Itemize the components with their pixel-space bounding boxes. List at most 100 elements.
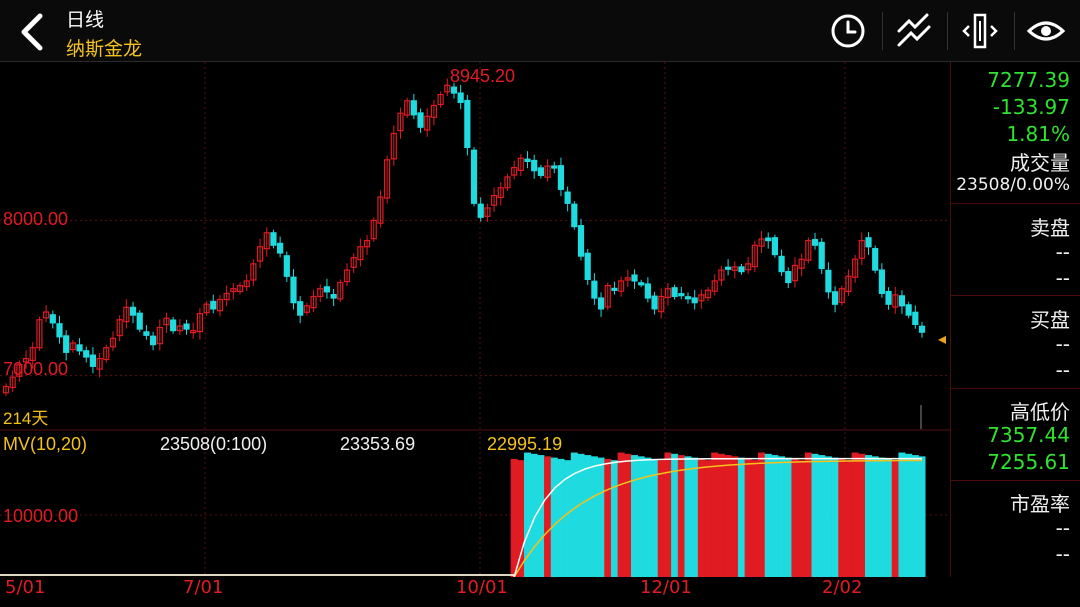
candle-body xyxy=(330,294,337,299)
candle-body xyxy=(878,269,885,294)
volume-bar xyxy=(677,455,685,577)
candle-body xyxy=(872,248,879,271)
pe-ratio-label: 市盈率 xyxy=(1010,492,1070,516)
candle-body xyxy=(417,112,424,128)
candle-body xyxy=(771,237,779,256)
volume-bar xyxy=(604,458,612,577)
volume-bar xyxy=(811,453,819,577)
divider xyxy=(882,12,883,50)
candle-body xyxy=(818,241,825,270)
volume-bar xyxy=(590,456,598,577)
price-change-percent: 1.81% xyxy=(1006,122,1070,146)
candle-body xyxy=(577,225,585,257)
volume-bar xyxy=(865,455,873,577)
volume-bar xyxy=(784,457,792,577)
x-tick-label: 12/01 xyxy=(640,577,692,598)
candle-body xyxy=(865,237,872,248)
volume-bar xyxy=(791,458,799,577)
indicator-label: MV(10,20) xyxy=(3,434,87,454)
candle-body xyxy=(136,312,143,330)
candle-body xyxy=(811,239,819,246)
candle-body xyxy=(905,304,912,316)
volume-bar xyxy=(544,456,552,577)
volume-value: 23508(0:100) xyxy=(160,434,267,454)
candle-body xyxy=(76,344,83,352)
candle-body xyxy=(684,296,692,300)
clock-icon[interactable] xyxy=(823,9,873,53)
candle-body xyxy=(143,331,150,336)
volume-bar xyxy=(778,456,786,577)
volume-bar xyxy=(885,458,893,577)
divider xyxy=(951,388,1080,389)
candle-body xyxy=(277,242,284,254)
volume-bar xyxy=(717,453,725,577)
buy-value: -- xyxy=(1055,358,1070,382)
candle-body xyxy=(210,300,217,310)
volume-bar xyxy=(684,456,692,577)
candle-body xyxy=(170,319,177,332)
sell-value: -- xyxy=(1055,240,1070,264)
candle-body xyxy=(725,266,732,270)
candle-body xyxy=(691,297,698,304)
candle-body xyxy=(912,311,919,326)
candle-body xyxy=(477,203,484,218)
candle-body xyxy=(611,287,618,291)
candle-body xyxy=(778,255,785,273)
eye-icon[interactable] xyxy=(1021,9,1071,53)
candle-body xyxy=(470,149,478,204)
x-tick-label: 10/01 xyxy=(456,577,508,598)
volume-bar xyxy=(737,457,745,577)
pe-ratio-value: -- xyxy=(1055,516,1070,540)
candle-body xyxy=(584,252,591,280)
volume-bar xyxy=(711,452,719,577)
candle-body xyxy=(49,314,56,324)
adjust-width-icon[interactable] xyxy=(955,9,1005,53)
candlestick-chart[interactable]: 8945.20 8000.00 7000.00 214天 ◂ MV(10,20) 23508… xyxy=(0,62,950,580)
candle-body xyxy=(885,290,892,305)
volume-bar xyxy=(584,455,592,577)
back-icon[interactable] xyxy=(10,12,56,52)
candle-body xyxy=(765,237,772,242)
volume-bar xyxy=(818,455,826,577)
volume-bar xyxy=(557,458,565,577)
candle-body xyxy=(129,306,137,316)
candle-body xyxy=(831,291,839,305)
candle-body xyxy=(149,335,157,346)
volume-bar xyxy=(804,452,812,577)
candle-body xyxy=(671,287,678,298)
volume-bar xyxy=(878,457,886,577)
candle-body xyxy=(825,269,832,293)
volume-bar xyxy=(597,457,605,577)
chart-area[interactable]: 8945.20 8000.00 7000.00 214天 ◂ MV(10,20) 23508… xyxy=(0,62,950,580)
price-change: -133.97 xyxy=(992,95,1070,119)
volume-bar xyxy=(517,460,525,577)
volume-bar xyxy=(630,455,638,577)
volume-bar xyxy=(657,460,665,577)
divider xyxy=(951,203,1080,204)
draw-lines-icon[interactable] xyxy=(889,9,939,53)
volume-bar xyxy=(838,458,846,577)
low-price: 7255.61 xyxy=(987,450,1070,474)
volume-bar xyxy=(570,452,578,577)
page-title: 日线 xyxy=(66,9,105,31)
volume-bar xyxy=(905,453,913,577)
candle-body xyxy=(83,350,90,358)
pe-ratio-value: -- xyxy=(1055,542,1070,566)
candle-body xyxy=(270,232,277,246)
y-tick-label: 7000.00 xyxy=(3,359,68,379)
volume-bar xyxy=(744,458,752,577)
volume-bar xyxy=(691,457,699,577)
volume-bar xyxy=(891,460,899,577)
volume-bar xyxy=(851,452,859,577)
volume-bar xyxy=(831,457,839,577)
candle-body xyxy=(551,165,558,169)
volume-bar xyxy=(918,456,926,577)
quote-sidebar: 7277.39 -133.97 1.81% 成交量 23508/0.00% 卖盘… xyxy=(950,62,1080,577)
instrument-name: 纳斯金龙 xyxy=(66,38,143,60)
divider xyxy=(951,295,1080,296)
volume-bar xyxy=(798,460,806,577)
volume-bar xyxy=(858,453,866,577)
candle-body xyxy=(56,323,63,338)
volume-bar xyxy=(844,460,852,577)
volume-bar xyxy=(758,452,766,577)
